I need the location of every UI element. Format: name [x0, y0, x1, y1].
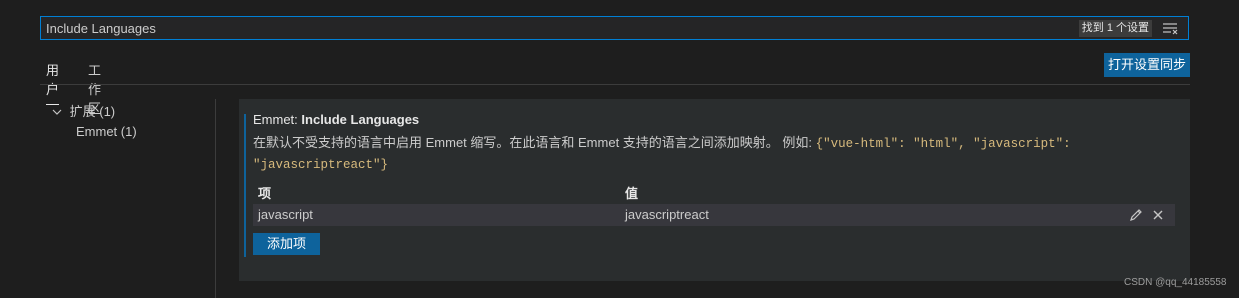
toc-item-emmet[interactable]: Emmet (1) [76, 124, 137, 139]
table-row[interactable]: javascript javascriptreact [253, 204, 1175, 226]
add-item-button[interactable]: 添加项 [253, 233, 320, 255]
setting-description: 在默认不受支持的语言中启用 Emmet 缩写。在此语言和 Emmet 支持的语言… [253, 133, 1153, 175]
setting-focus-indicator [244, 114, 246, 257]
toc-item-extensions-label: 扩展 (1) [69, 104, 116, 119]
setting-category: Emmet: [253, 112, 302, 127]
chevron-down-icon [52, 107, 66, 119]
row-value: javascriptreact [625, 207, 709, 222]
edit-icon[interactable] [1129, 208, 1143, 222]
table-header: 项 值 [253, 180, 1175, 202]
tabs-divider [40, 84, 1190, 85]
column-header-value: 值 [625, 186, 639, 201]
search-input[interactable] [43, 19, 1076, 37]
toc-item-extensions[interactable]: 扩展 (1) [52, 101, 115, 120]
open-settings-sync-button[interactable]: 打开设置同步 [1104, 53, 1190, 77]
filter-list-icon[interactable] [1162, 21, 1178, 35]
setting-title: Emmet: Include Languages [253, 112, 419, 127]
settings-search-box[interactable]: 找到 1 个设置 [40, 16, 1189, 40]
toc-divider [215, 99, 216, 298]
close-icon[interactable] [1151, 208, 1165, 222]
setting-description-text: 在默认不受支持的语言中启用 Emmet 缩写。在此语言和 Emmet 支持的语言… [253, 135, 816, 150]
setting-name: Include Languages [301, 112, 420, 127]
column-header-key: 项 [258, 186, 272, 201]
row-key: javascript [258, 207, 313, 222]
tab-user[interactable]: 用户 [46, 60, 60, 105]
search-result-count: 找到 1 个设置 [1078, 20, 1152, 37]
watermark: CSDN @qq_44185558 [1124, 277, 1227, 288]
